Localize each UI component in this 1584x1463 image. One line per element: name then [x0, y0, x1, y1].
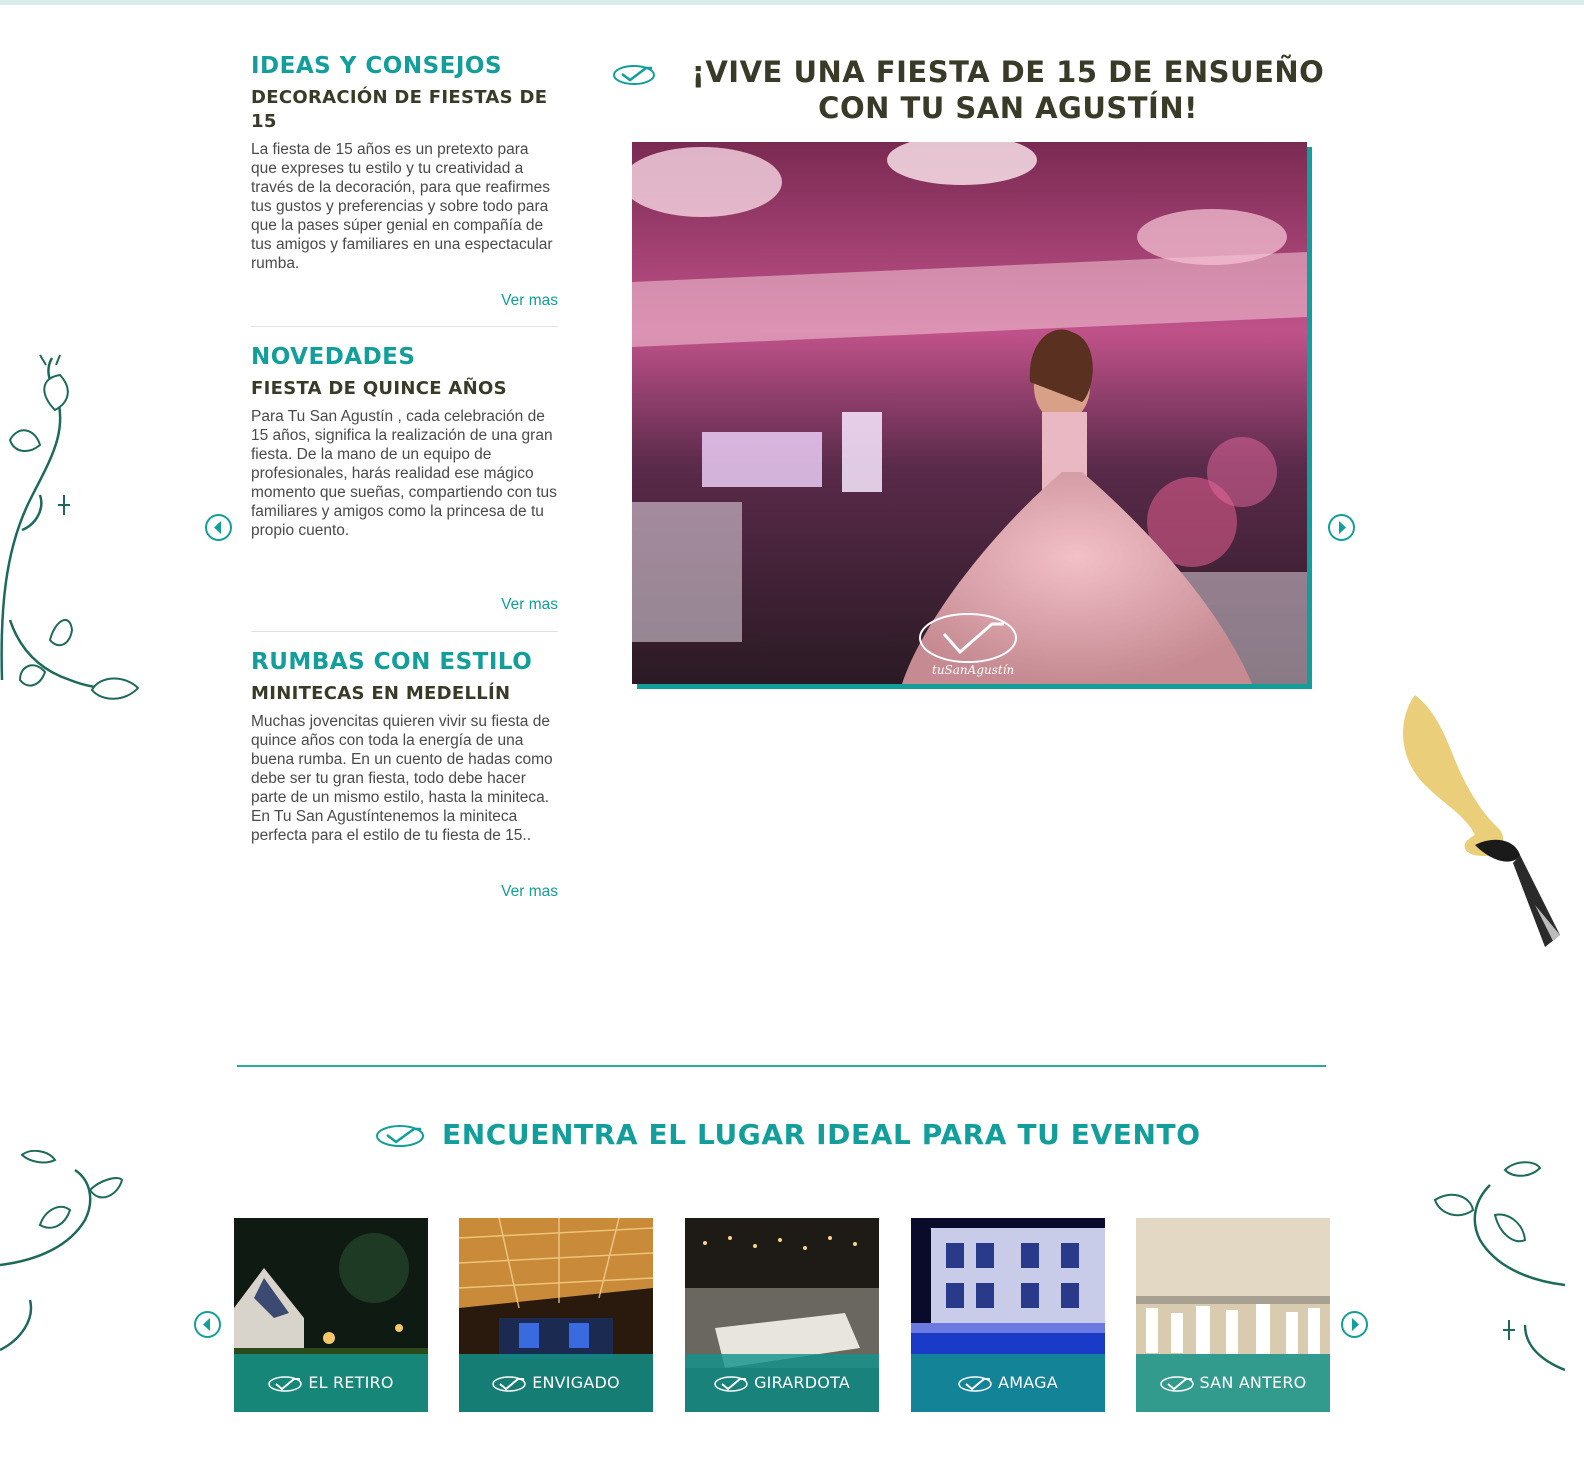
carousel-prev-button[interactable]: [205, 514, 232, 541]
article-category: IDEAS Y CONSEJOS: [251, 53, 503, 79]
venue-label: GIRARDOTA: [685, 1373, 879, 1393]
hero-watermark: tuSanAgustín: [932, 663, 1014, 677]
quinceanera-party-photo: tuSanAgustín: [622, 135, 1307, 684]
swoosh-logo-icon: [714, 1375, 748, 1392]
venue-label: EL RETIRO: [234, 1373, 428, 1393]
article-body: Muchas jovencitas quieren vivir su fiest…: [251, 713, 553, 844]
venue-label: SAN ANTERO: [1136, 1373, 1330, 1393]
venue-name: GIRARDOTA: [754, 1373, 850, 1392]
venues-next-button[interactable]: [1341, 1311, 1368, 1338]
top-border: [0, 0, 1584, 5]
hero-title: ¡VIVE UNA FIESTA DE 15 DE ENSUEÑO CON TU…: [612, 54, 1352, 126]
swoosh-logo-icon: [958, 1375, 992, 1392]
swoosh-logo-icon: [1159, 1375, 1194, 1392]
article-title: MINITECAS EN MEDELLÍN: [251, 683, 511, 704]
venue-name: AMAGA: [998, 1373, 1058, 1392]
ver-mas-link[interactable]: Ver mas: [501, 596, 558, 614]
swoosh-logo-icon: [376, 1125, 424, 1147]
article-divider: [251, 631, 558, 632]
swoosh-logo-icon: [492, 1375, 526, 1392]
hero-title-text: ¡VIVE UNA FIESTA DE 15 DE ENSUEÑO CON TU…: [691, 55, 1325, 125]
ver-mas-link[interactable]: Ver mas: [501, 883, 558, 901]
vine-decoration-bottom-right: [1433, 1161, 1565, 1372]
chevron-right-icon: [1339, 521, 1346, 534]
venue-card-girardota[interactable]: GIRARDOTA: [685, 1218, 879, 1412]
carousel-next-button[interactable]: [1328, 514, 1355, 541]
venue-name: ENVIGADO: [532, 1373, 620, 1392]
pen-decoration-right: [1403, 695, 1560, 947]
article-body: Para Tu San Agustín , cada celebración d…: [251, 408, 557, 539]
venue-name: SAN ANTERO: [1199, 1373, 1307, 1392]
venue-card-amaga[interactable]: AMAGA: [911, 1218, 1105, 1412]
section-divider: [237, 1065, 1326, 1067]
hero-image: tuSanAgustín: [622, 135, 1307, 684]
venue-card-envigado[interactable]: ENVIGADO: [459, 1218, 653, 1412]
venue-label: AMAGA: [911, 1373, 1105, 1393]
venues-prev-button[interactable]: [194, 1311, 221, 1338]
venue-name: EL RETIRO: [308, 1373, 394, 1392]
chevron-right-icon: [1352, 1318, 1359, 1331]
venue-label: ENVIGADO: [459, 1373, 653, 1393]
vine-decoration-left: [0, 354, 140, 700]
article-category: RUMBAS CON ESTILO: [251, 649, 533, 675]
venue-card-el-retiro[interactable]: EL RETIRO: [234, 1218, 428, 1412]
ver-mas-link[interactable]: Ver mas: [501, 292, 558, 310]
article-novedades: NOVEDADES FIESTA DE QUINCE AÑOS Para Tu …: [251, 341, 558, 613]
article-title: FIESTA DE QUINCE AÑOS: [251, 378, 507, 399]
vine-decoration-bottom-left: [0, 1150, 124, 1352]
chevron-left-icon: [214, 521, 221, 534]
article-category: NOVEDADES: [251, 344, 416, 370]
article-divider: [251, 326, 558, 327]
article-rumbas: RUMBAS CON ESTILO MINITECAS EN MEDELLÍN …: [251, 646, 558, 900]
chevron-left-icon: [203, 1318, 210, 1331]
swoosh-logo-icon: [613, 65, 655, 85]
venues-section-title: ENCUENTRA EL LUGAR IDEAL PARA TU EVENTO: [442, 1118, 1201, 1151]
article-title: DECORACIÓN DE FIESTAS DE 15: [251, 87, 548, 132]
venue-card-san-antero[interactable]: SAN ANTERO: [1136, 1218, 1330, 1412]
article-ideas: IDEAS Y CONSEJOS DECORACIÓN DE FIESTAS D…: [251, 50, 558, 309]
swoosh-logo-icon: [268, 1375, 303, 1392]
article-body: La fiesta de 15 años es un pretexto para…: [251, 141, 553, 272]
